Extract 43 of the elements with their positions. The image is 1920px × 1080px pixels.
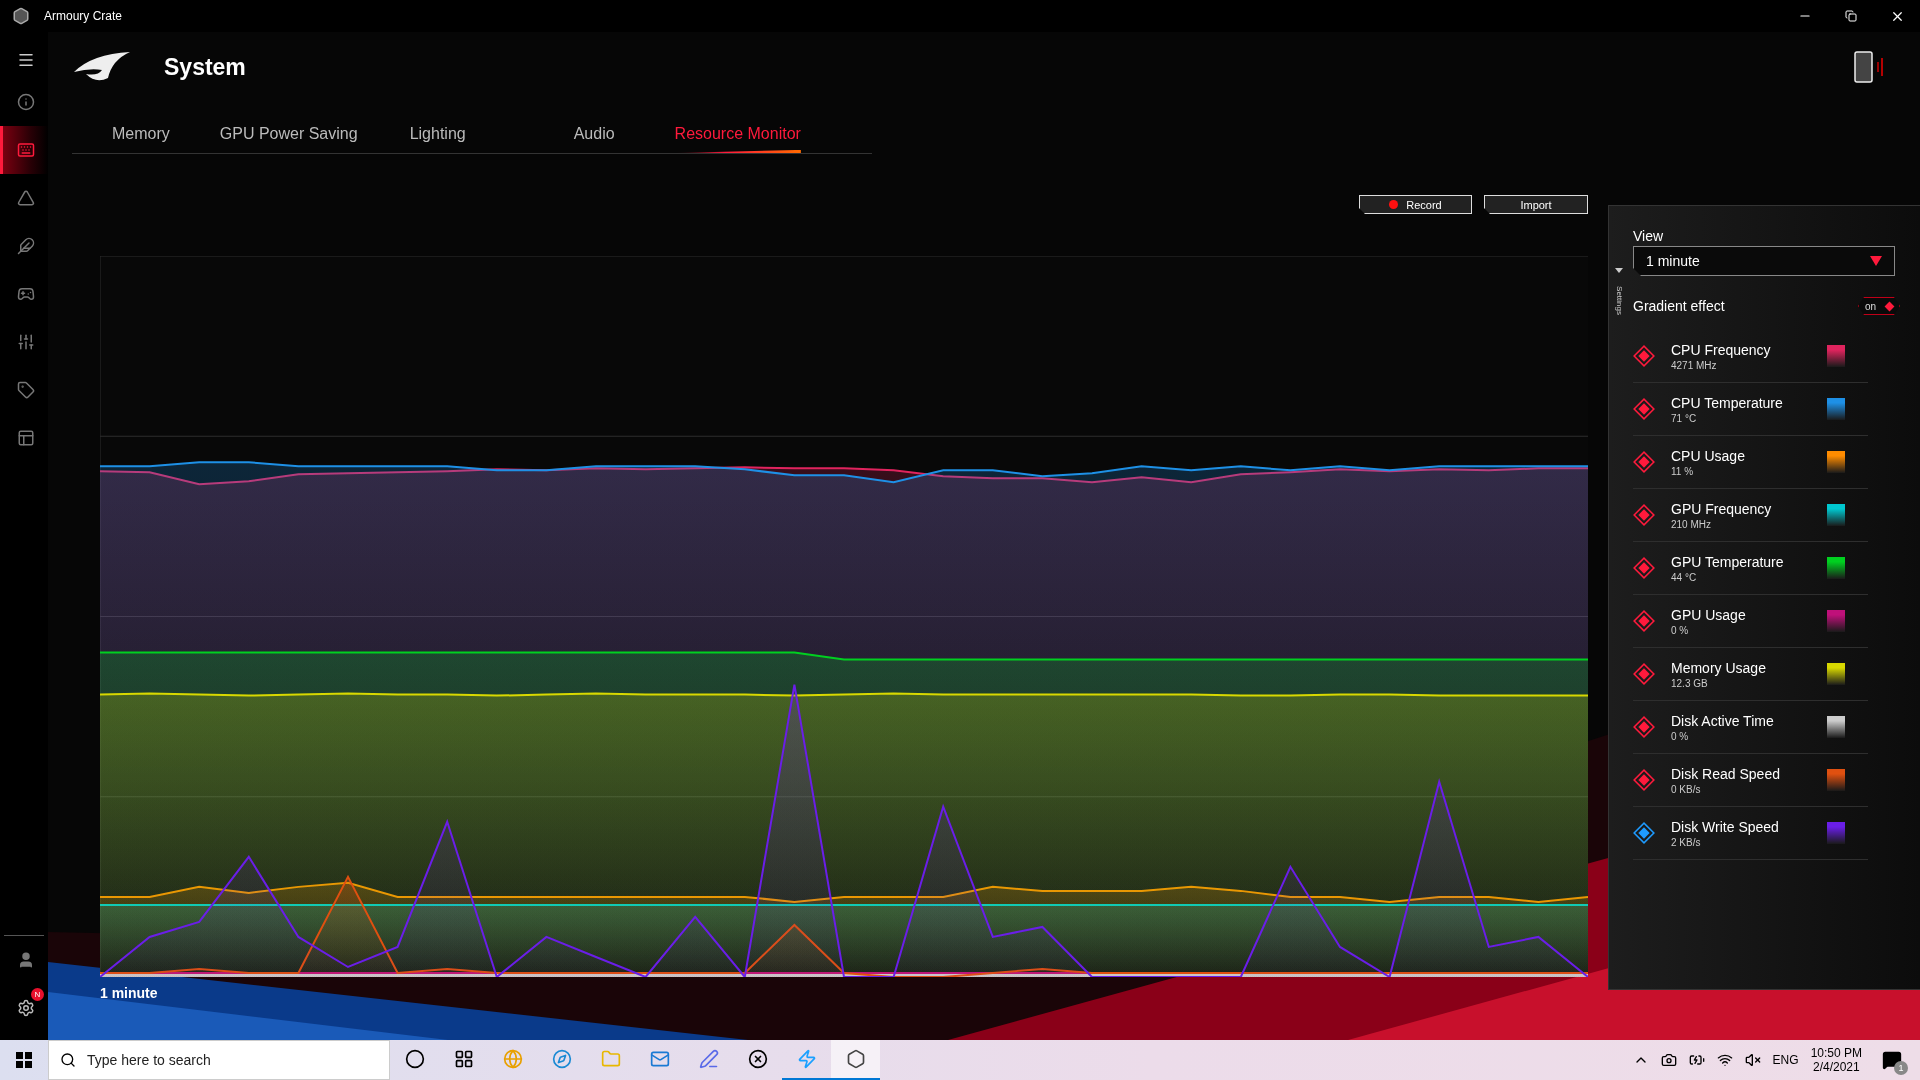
page-title: System [164,53,246,81]
metric-name: Disk Active Time [1671,712,1775,729]
tab[interactable]: Audio [573,125,615,153]
import-button[interactable]: Import [1484,195,1588,214]
language-indicator[interactable]: ENG [1772,1053,1799,1067]
metric-name: Disk Read Speed [1671,765,1781,782]
notification-badge: N [31,988,44,1001]
tab[interactable]: Resource Monitor [674,125,801,153]
metric-value: 11 % [1671,465,1695,477]
metric-name: GPU Frequency [1671,500,1773,517]
settings-button[interactable]: N [0,984,48,1032]
gradient-toggle[interactable]: on [1858,297,1900,315]
gradient-effect-label: Gradient effect [1633,298,1725,314]
metric-value: 0 % [1671,730,1690,742]
notification-button[interactable]: 1 [1874,1042,1910,1078]
view-label: View [1633,228,1665,244]
metric-name: CPU Frequency [1671,341,1772,358]
metric-value: 44 °C [1671,571,1698,583]
taskbar-search-field[interactable]: Type here to search [48,1040,390,1080]
window-title: Armoury Crate [44,9,123,23]
metric-name: GPU Temperature [1671,553,1785,570]
time-range-label: 1 minute [100,985,158,1001]
view-dropdown[interactable]: 1 minute [1633,246,1895,276]
tab[interactable]: Lighting [409,125,466,153]
metric-value: 0 % [1671,624,1690,636]
record-button[interactable]: Record [1359,195,1472,214]
metric-value: 12.3 GB [1671,677,1709,689]
clock-time[interactable]: 10:50 PM [1810,1046,1862,1060]
metric-value: 2 KB/s [1671,836,1702,848]
metric-value: 71 °C [1671,412,1698,424]
notification-count: 1 [1894,1061,1908,1075]
clock-date[interactable]: 2/4/2021 [1812,1060,1860,1074]
metric-name: Memory Usage [1671,659,1767,676]
tab[interactable]: GPU Power Saving [219,125,358,153]
metric-value: 4271 MHz [1671,359,1718,371]
tab[interactable]: Memory [112,125,170,153]
metric-value: 210 MHz [1671,518,1712,530]
metric-name: CPU Temperature [1671,394,1784,411]
metric-value: 0 KB/s [1671,783,1702,795]
metric-name: Disk Write Speed [1671,818,1780,835]
metric-name: GPU Usage [1671,606,1747,623]
settings-tab-label[interactable]: Settings [1614,286,1624,315]
metric-name: CPU Usage [1671,447,1746,464]
